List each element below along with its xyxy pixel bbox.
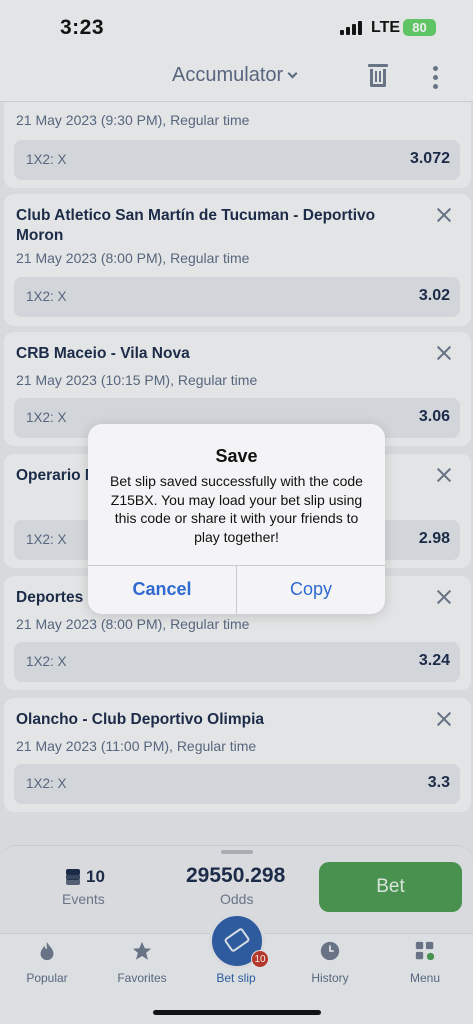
alert-title: Save — [215, 446, 258, 466]
cancel-button[interactable]: Cancel — [88, 565, 236, 614]
alert-message: Bet slip saved successfully with the cod… — [110, 473, 363, 545]
copy-button[interactable]: Copy — [237, 565, 385, 614]
save-alert: Save Bet slip saved successfully with th… — [88, 424, 385, 614]
